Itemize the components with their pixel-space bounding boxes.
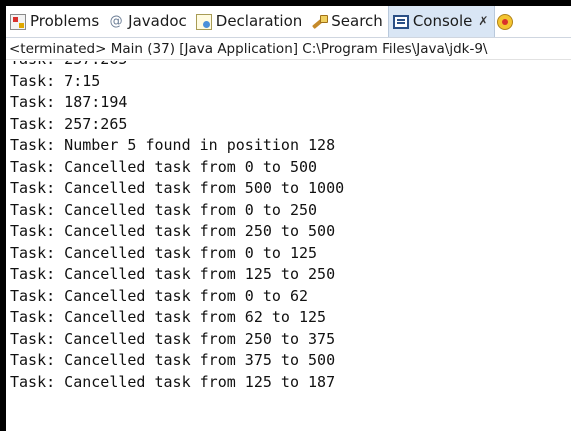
console-line: Task: Cancelled task from 0 to 62 [10, 286, 309, 305]
tab-search[interactable]: Search [307, 6, 388, 37]
console-line: Task: Cancelled task from 0 to 125 [10, 243, 318, 262]
console-line: Task: Cancelled task from 125 to 250 [10, 265, 336, 283]
console-line: Task: Cancelled task from 125 to 187 [10, 372, 336, 391]
overflow-tab-icon[interactable] [497, 13, 514, 30]
close-icon[interactable]: ✗ [478, 6, 488, 37]
tab-problems-label: Problems [30, 12, 100, 30]
console-line: Task: 257:265 [10, 61, 344, 71]
tab-problems[interactable]: Problems [6, 6, 104, 37]
console-line: Task: 187:194 [10, 93, 128, 111]
tab-javadoc[interactable]: @ Javadoc [104, 6, 192, 37]
console-line: Task: Cancelled task from 62 to 125 [10, 308, 327, 326]
console-line: Task: Cancelled task from 500 to 1000 [10, 179, 345, 197]
console-line: Task: Number 5 found in position 128 [10, 136, 336, 154]
console-line: Task: Cancelled task from 250 to 500 [10, 222, 336, 240]
tab-javadoc-label: Javadoc [128, 12, 187, 30]
console-output[interactable]: Task: 257:265 Task: 7:15 Task: 187:194 T… [6, 61, 571, 431]
console-lines: Task: 257:265 Task: 7:15 Task: 187:194 T… [10, 61, 344, 393]
console-line: Task: 257:265 [10, 114, 128, 133]
tab-declaration-label: Declaration [215, 12, 303, 30]
javadoc-icon: @ [109, 13, 123, 29]
eclipse-view-panel: Problems @ Javadoc Declaration Search Co… [0, 0, 571, 431]
console-line: Task: Cancelled task from 250 to 375 [10, 329, 336, 348]
declaration-icon [195, 13, 212, 30]
tab-console[interactable]: Console ✗ [387, 6, 496, 37]
console-line: Task: 7:15 [10, 71, 101, 90]
tab-console-label: Console [412, 12, 473, 30]
view-tab-bar: Problems @ Javadoc Declaration Search Co… [6, 6, 571, 38]
tab-declaration[interactable]: Declaration [192, 6, 307, 37]
problems-icon [10, 13, 26, 30]
tab-search-label: Search [331, 12, 383, 30]
console-icon [392, 15, 409, 29]
search-icon [311, 14, 329, 30]
console-line: Task: Cancelled task from 0 to 500 [10, 157, 318, 176]
console-status-line: <terminated> Main (37) [Java Application… [6, 38, 571, 60]
console-line: Task: Cancelled task from 0 to 250 [10, 200, 318, 219]
console-line: Task: Cancelled task from 375 to 500 [10, 351, 336, 369]
